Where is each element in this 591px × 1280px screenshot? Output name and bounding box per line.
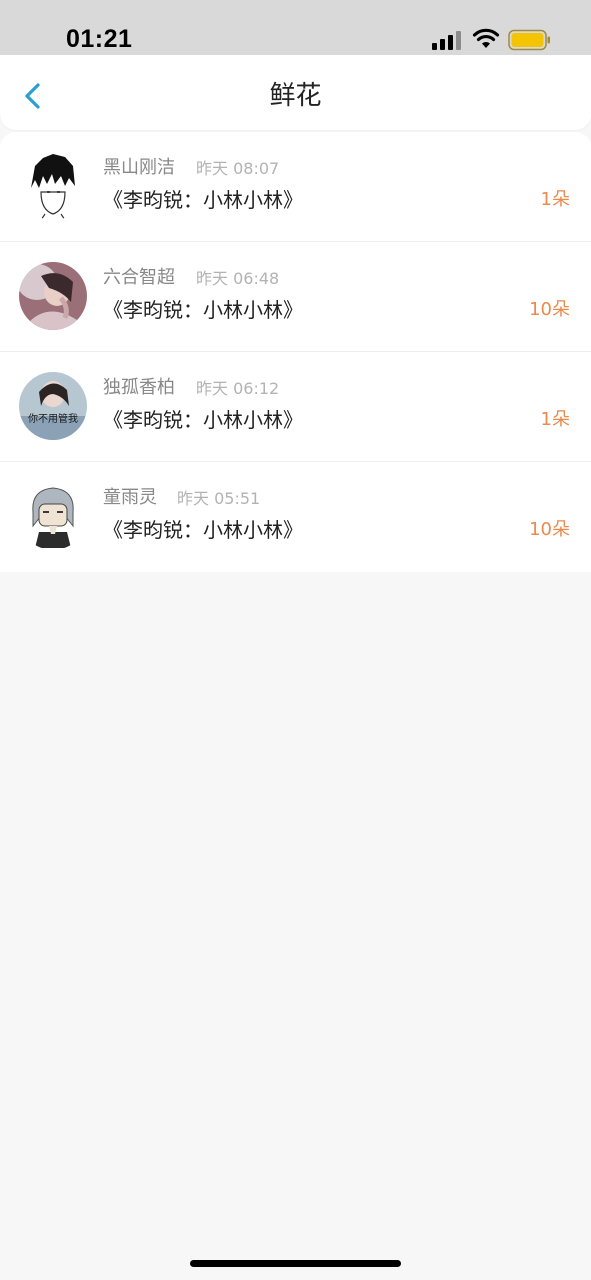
sender-name: 六合智超 — [103, 267, 175, 288]
flower-count: 10朵 — [529, 519, 570, 540]
sent-time: 昨天 06:48 — [196, 269, 280, 288]
work-title: 《李昀锐：小林小林》 — [103, 298, 303, 322]
flower-count: 1朵 — [540, 409, 570, 430]
list-item[interactable]: 六合智超 昨天 06:48 《李昀锐：小林小林》 10朵 — [0, 242, 591, 352]
home-indicator[interactable] — [190, 1260, 401, 1267]
sent-time: 昨天 08:07 — [196, 159, 280, 178]
sender-name: 童雨灵 — [103, 487, 157, 508]
page-title: 鲜花 — [269, 81, 322, 111]
sender-name: 独孤香柏 — [103, 377, 175, 398]
battery-icon — [508, 29, 550, 51]
flower-count: 1朵 — [540, 189, 570, 210]
flower-count: 10朵 — [529, 299, 570, 320]
list-item[interactable]: 你不用管我 独孤香柏 昨天 06:12 《李昀锐：小林小林》 1朵 — [0, 352, 591, 462]
avatar — [19, 152, 87, 220]
avatar — [19, 482, 87, 550]
work-title: 《李昀锐：小林小林》 — [103, 408, 303, 432]
flower-list: 黑山刚洁 昨天 08:07 《李昀锐：小林小林》 1朵 六合智超 昨天 06:4… — [0, 132, 591, 572]
nav-bar: 鲜花 — [0, 55, 591, 130]
work-title: 《李昀锐：小林小林》 — [103, 188, 303, 212]
cellular-signal-icon — [432, 30, 462, 50]
sent-time: 昨天 06:12 — [196, 379, 280, 398]
sender-name: 黑山刚洁 — [103, 157, 175, 178]
avatar-caption: 你不用管我 — [28, 412, 78, 425]
status-bar: 01:21 — [0, 0, 591, 55]
avatar — [19, 262, 87, 330]
list-item[interactable]: 黑山刚洁 昨天 08:07 《李昀锐：小林小林》 1朵 — [0, 132, 591, 242]
avatar: 你不用管我 — [19, 372, 87, 440]
sent-time: 昨天 05:51 — [177, 489, 261, 508]
wifi-icon — [472, 28, 500, 48]
status-time: 01:21 — [66, 25, 133, 53]
work-title: 《李昀锐：小林小林》 — [103, 518, 303, 542]
list-item[interactable]: 童雨灵 昨天 05:51 《李昀锐：小林小林》 10朵 — [0, 462, 591, 572]
